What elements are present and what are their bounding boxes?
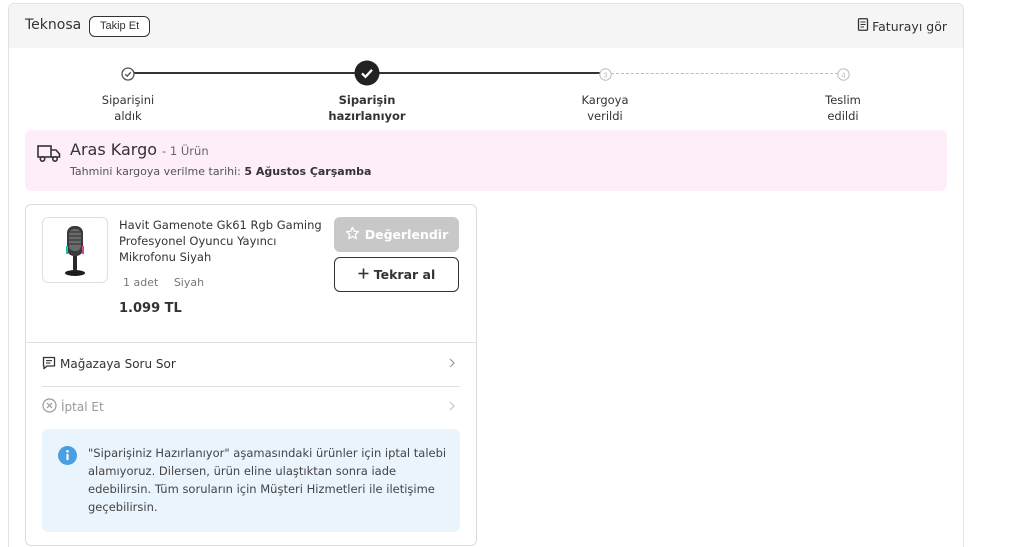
product-card: Havit Gamenote Gk61 Rgb Gaming Profesyon… [25,204,477,546]
step-3-pending-icon: 3 [599,66,612,85]
cargo-item-count: - 1 Ürün [162,144,209,158]
product-quantity: 1 adet [123,276,159,289]
cargo-date-value: 5 Ağustos Çarşamba [244,165,372,178]
x-circle-icon [42,398,57,416]
order-panel: Teknosa Takip Et Faturayı gör 3 4 Sipari… [8,3,964,547]
ask-store-label: Mağazaya Soru Sor [60,357,176,371]
cargo-info-box: Aras Kargo - 1 Ürün Tahmini kargoya veri… [25,130,947,191]
cargo-estimated-date: Tahmini kargoya verilme tarihi: 5 Ağusto… [70,165,371,178]
rate-button[interactable]: Değerlendir [334,217,459,252]
rebuy-button[interactable]: Tekrar al [334,257,459,292]
divider [26,342,476,343]
svg-text:3: 3 [603,70,607,79]
cargo-company: Aras Kargo [70,140,158,159]
step-4-pending-icon: 4 [837,66,850,85]
chevron-right-icon [448,356,456,373]
invoice-link[interactable]: Faturayı gör [857,18,947,34]
cancel-order-row[interactable]: İptal Et [42,397,460,417]
cancel-info-text: "Siparişiniz Hazırlanıyor" aşamasındaki … [88,446,447,514]
step-connector-pending [611,72,843,74]
document-icon [857,18,869,34]
cargo-title: Aras Kargo - 1 Ürün [70,140,209,159]
step-4-label: Teslim edildi [825,93,861,123]
rebuy-label: Tekrar al [373,267,436,282]
step-connector-done [379,72,605,74]
star-icon [345,226,360,244]
product-price: 1.099 TL [119,301,182,316]
seller-name[interactable]: Teknosa [25,17,81,33]
invoice-label: Faturayı gör [872,18,947,34]
cancel-info-box: "Siparişiniz Hazırlanıyor" aşamasındaki … [42,429,460,532]
step-2-current-check-icon [354,60,380,90]
step-2-label: Siparişin hazırlanıyor [328,93,406,123]
rate-label: Değerlendir [364,227,449,242]
product-image[interactable] [42,217,108,283]
truck-icon [37,144,61,167]
plus-icon [358,267,369,282]
divider [42,386,460,387]
info-icon [58,446,77,469]
step-connector-done [133,72,367,74]
svg-text:4: 4 [841,70,845,79]
product-name[interactable]: Havit Gamenote Gk61 Rgb Gaming Profesyon… [119,217,324,265]
product-meta: 1 adet Siyah [123,276,204,289]
chevron-right-icon [448,399,456,416]
step-1-label: Siparişini aldık [101,93,155,123]
follow-button[interactable]: Takip Et [89,16,151,37]
order-status-stepper: 3 4 Siparişini aldık Siparişin hazırlanı… [9,59,963,129]
step-3-label: Kargoya verildi [581,93,629,123]
step-1-check-icon [121,66,135,85]
product-color: Siyah [173,276,205,289]
cargo-date-label: Tahmini kargoya verilme tarihi: [70,165,241,178]
seller-header: Teknosa Takip Et Faturayı gör [9,4,963,48]
cancel-label: İptal Et [61,400,104,414]
ask-store-row[interactable]: Mağazaya Soru Sor [42,354,460,374]
chat-icon [42,356,56,373]
microphone-image [65,226,85,276]
